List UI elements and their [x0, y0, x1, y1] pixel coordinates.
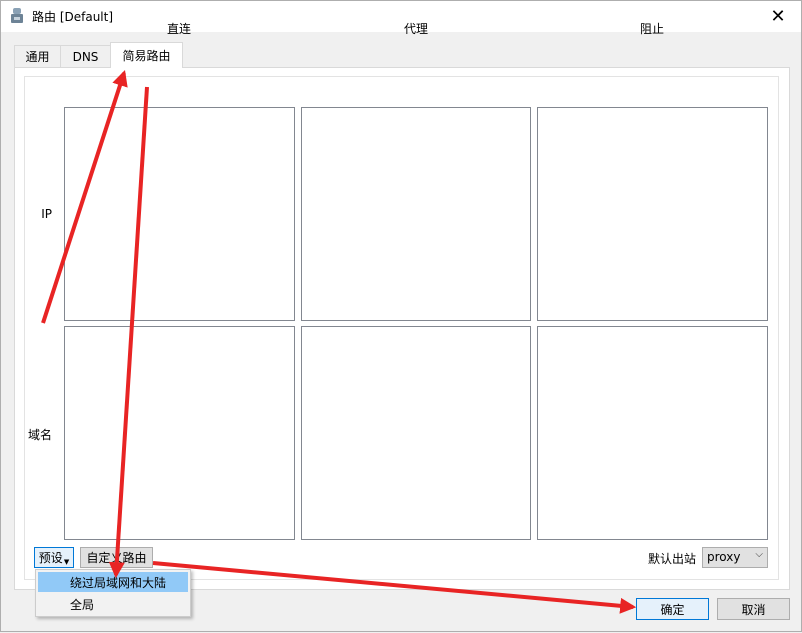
menu-item-global[interactable]: 全局	[38, 594, 188, 614]
tab-general-label: 通用	[25, 50, 50, 64]
chevron-down-icon: ⌵	[755, 549, 763, 560]
tab-dns[interactable]: DNS	[60, 45, 111, 67]
ip-block-textarea[interactable]	[537, 107, 768, 321]
menu-item-label: 绕过局域网和大陆	[70, 575, 167, 590]
route-settings-window: 路由 [Default] ✕ 通用 DNS 简易路由 直连 代理 阻止 IP 域…	[0, 0, 802, 632]
tab-general[interactable]: 通用	[14, 45, 61, 67]
menu-item-label: 全局	[70, 597, 95, 612]
preset-dropdown-menu: 绕过局域网和大陆 全局	[35, 569, 191, 617]
ok-button[interactable]: 确定	[636, 598, 709, 620]
custom-routing-button[interactable]: 自定义路由	[80, 547, 153, 568]
default-outbound-value: proxy	[707, 550, 741, 564]
tab-dns-label: DNS	[72, 49, 99, 64]
column-header-proxy: 代理	[403, 22, 428, 36]
close-icon: ✕	[770, 6, 786, 27]
ok-button-label: 确定	[660, 602, 685, 617]
default-outbound-select[interactable]: proxy ⌵	[702, 547, 768, 568]
cancel-button-label: 取消	[741, 602, 766, 617]
tab-simple-routing[interactable]: 简易路由	[110, 42, 183, 68]
tab-simple-routing-label: 简易路由	[122, 49, 171, 63]
cancel-button[interactable]: 取消	[717, 598, 790, 620]
domain-direct-textarea[interactable]	[64, 326, 295, 540]
menu-item-bypass-lan-and-mainland[interactable]: 绕过局域网和大陆	[38, 572, 188, 592]
domain-block-textarea[interactable]	[537, 326, 768, 540]
custom-routing-button-label: 自定义路由	[86, 551, 147, 565]
ip-direct-textarea[interactable]	[64, 107, 295, 321]
ip-proxy-textarea[interactable]	[301, 107, 531, 321]
app-icon	[11, 8, 23, 23]
column-header-block: 阻止	[639, 22, 664, 36]
chevron-down-icon: ▼	[63, 557, 70, 566]
row-header-domain: 域名	[27, 428, 52, 442]
row-header-ip: IP	[41, 207, 52, 221]
domain-proxy-textarea[interactable]	[301, 326, 531, 540]
default-outbound-label: 默认出站	[648, 552, 697, 566]
preset-button-label: 预设	[38, 551, 63, 565]
preset-button[interactable]: 预设 ▼	[34, 547, 74, 568]
column-header-direct: 直连	[166, 22, 191, 36]
